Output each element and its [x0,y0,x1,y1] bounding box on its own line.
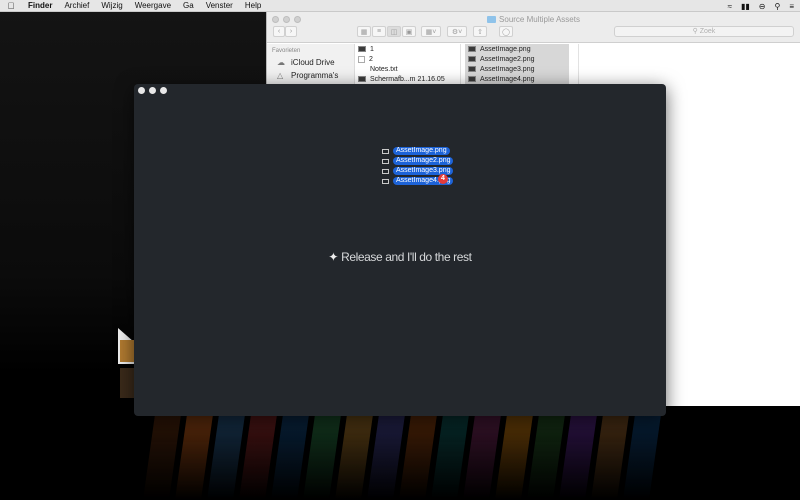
minimize-button[interactable] [149,87,156,94]
menu-item-help[interactable]: Help [239,1,267,10]
list-item[interactable]: AssetImage3.png [465,64,569,74]
drop-instruction: ✦ Release and I'll do the rest [134,250,666,264]
window-controls [138,87,167,94]
file-thumbnail-icon [382,148,389,154]
apps-icon: △ [277,70,284,80]
file-thumbnail-icon [382,158,389,164]
menu-item-ga[interactable]: Ga [177,1,200,10]
action-gear-button[interactable]: ⚙˅ [447,26,467,37]
sidebar-heading: Favorieten [272,48,301,54]
file-name: AssetImage.png [480,45,531,53]
battery-icon[interactable]: ▮▮ [741,2,750,11]
list-item[interactable]: AssetImage.png [465,44,569,54]
file-name: 2 [369,55,373,63]
dragged-files-preview: AssetImage.png AssetImage2.png AssetImag… [382,146,454,186]
back-button[interactable]: ‹ [273,26,285,37]
file-icon [358,46,366,52]
image-file-icon [358,55,365,63]
group-button[interactable]: ▦˅ [421,26,441,37]
file-name: Notes.txt [370,65,398,73]
file-name: AssetImage4.png [480,75,535,83]
icon-view-button[interactable]: ▦ [357,26,371,37]
png-file-icon [468,46,476,52]
sidebar-item-label: Programma's [291,71,339,80]
dragged-file-label: AssetImage2.png [393,157,454,165]
desktop:  Finder Archief Wijzig Weergave Ga Vens… [0,0,800,500]
share-button[interactable]: ⇧ [473,26,487,37]
column-view-button[interactable]: ◫ [387,26,401,37]
list-item[interactable]: 1 [355,44,460,54]
list-item[interactable]: AssetImage2.png [465,54,569,64]
list-view-button[interactable]: ≡ [372,26,386,37]
finder-title: Source Multiple Assets [267,15,800,24]
png-file-icon [468,76,476,82]
menu-list-icon[interactable]: ≡ [789,2,794,11]
screenshot-file-icon [358,76,366,82]
search-icon[interactable]: ⚲ [774,2,780,11]
cloud-icon: ☁ [277,57,285,67]
do-not-disturb-icon[interactable]: ⊖ [759,2,766,11]
file-name: 1 [370,45,374,53]
dragged-file-label: AssetImage.png [393,147,450,155]
drag-count-badge: 4 [438,174,448,184]
list-item[interactable]: Schermafb...m 21.16.05 [355,74,460,84]
sidebar-item-programmas[interactable]: △ Programma's [267,69,354,82]
list-item[interactable]: Notes.txt [355,64,460,74]
gallery-view-button[interactable]: ▣ [402,26,416,37]
file-name: AssetImage2.png [480,55,535,63]
sidebar-item-label: iCloud Drive [291,58,335,67]
dragged-file: AssetImage2.png [382,156,454,166]
dragged-file: AssetImage.png [382,146,453,156]
menu-bar:  Finder Archief Wijzig Weergave Ga Vens… [0,0,800,12]
finder-titlebar: Source Multiple Assets ‹ › ▦ ≡ ◫ ▣ ▦˅ ⚙˅… [267,12,800,43]
forward-button[interactable]: › [285,26,297,37]
menu-item-finder[interactable]: Finder [22,1,58,10]
menu-item-venster[interactable]: Venster [200,1,239,10]
menu-item-archief[interactable]: Archief [58,1,95,10]
drop-message: Release and I'll do the rest [341,250,472,264]
file-thumbnail-icon [382,168,389,174]
search-field[interactable]: ⚲ Zoek [614,26,794,37]
file-name: AssetImage3.png [480,65,535,73]
menu-item-weergave[interactable]: Weergave [129,1,177,10]
sidebar-item-icloud-drive[interactable]: ☁ iCloud Drive [267,56,354,69]
background-window-edge [118,328,134,404]
list-item[interactable]: AssetImage4.png [465,74,569,84]
magic-wand-icon: ✦ [328,250,339,264]
zoom-button[interactable] [160,87,167,94]
tag-button[interactable]: ◯ [499,26,513,37]
wifi-icon[interactable]: ≈ [728,2,732,11]
apple-icon[interactable]:  [0,1,22,11]
list-item[interactable]: 2 [355,54,460,64]
menu-item-wijzig[interactable]: Wijzig [95,1,128,10]
finder-title-text: Source Multiple Assets [499,15,580,24]
file-thumbnail-icon [382,178,389,184]
file-name: Schermafb...m 21.16.05 [370,75,445,83]
search-placeholder: Zoek [699,28,716,35]
close-button[interactable] [138,87,145,94]
folder-icon [487,16,497,23]
drop-zone-window[interactable]: AssetImage.png AssetImage2.png AssetImag… [134,84,666,416]
png-file-icon [468,56,476,62]
png-file-icon [468,66,476,72]
